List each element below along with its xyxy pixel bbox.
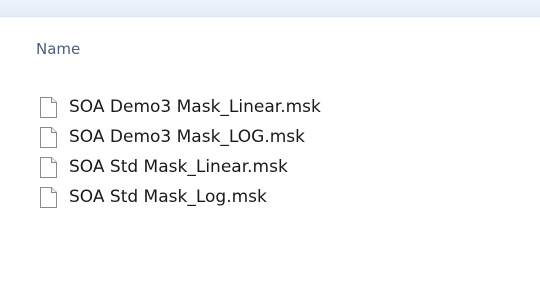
file-icon [40,156,57,178]
file-name: SOA Std Mask_Log.msk [69,187,267,207]
file-list: SOA Demo3 Mask_Linear.msk SOA Demo3 Mask… [40,92,321,212]
file-name: SOA Demo3 Mask_Linear.msk [69,97,321,117]
file-explorer-window: Name SOA Demo3 Mask_Linear.msk SOA Demo3… [0,0,540,299]
list-item[interactable]: SOA Demo3 Mask_LOG.msk [40,122,321,152]
file-icon [40,96,57,118]
file-icon [40,186,57,208]
list-item[interactable]: SOA Demo3 Mask_Linear.msk [40,92,321,122]
column-header-name[interactable]: Name [36,40,80,58]
file-name: SOA Std Mask_Linear.msk [69,157,288,177]
file-icon [40,126,57,148]
toolbar-strip [0,0,540,17]
list-item[interactable]: SOA Std Mask_Log.msk [40,182,321,212]
list-item[interactable]: SOA Std Mask_Linear.msk [40,152,321,182]
file-name: SOA Demo3 Mask_LOG.msk [69,127,306,147]
